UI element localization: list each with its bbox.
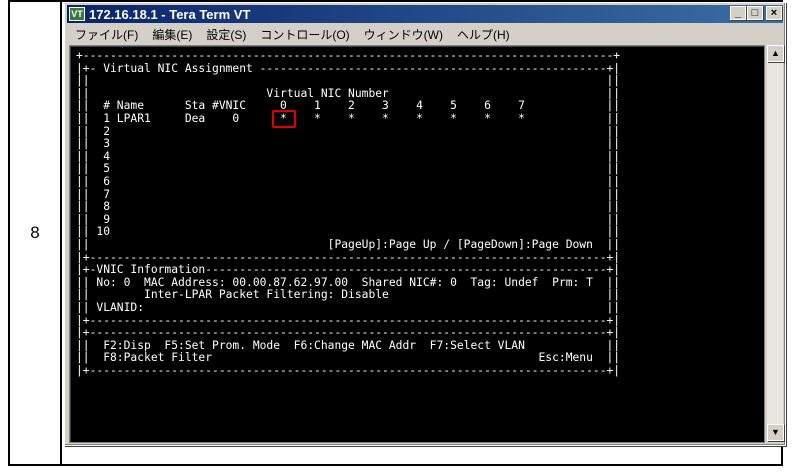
terminal-line: || 1 LPAR1 Dea 0 * * * * * * * * || <box>76 112 621 125</box>
terminal-screen[interactable]: +---------------------------------------… <box>69 45 765 443</box>
terminal-line: || 10 || <box>76 225 621 239</box>
scroll-up-icon[interactable]: ▲ <box>767 45 784 62</box>
terminal-line: |+--------------------------------------… <box>76 326 621 340</box>
terminal-line: || [PageUp]:Page Up / [PageDown]:Page Do… <box>76 238 621 251</box>
tera-term-icon[interactable]: VT <box>69 7 85 21</box>
menu-file[interactable]: ファイル(F) <box>75 26 138 43</box>
terminal-line: || Inter-LPAR Packet Filtering: Disable … <box>76 288 621 302</box>
terminal-line: || 9 || <box>76 212 621 226</box>
menu-bar: ファイル(F) 編集(E) 設定(S) コントロール(O) ウィンドウ(W) ヘ… <box>67 25 783 43</box>
terminal-line: |+--------------------------------------… <box>76 250 621 264</box>
terminal-line: || Virtual NIC Number || <box>76 86 621 100</box>
scroll-down-icon[interactable]: ▼ <box>767 424 784 441</box>
terminal-line: || VLANID: || <box>76 301 621 314</box>
vertical-scrollbar[interactable]: ▲ ▼ <box>766 45 784 441</box>
menu-edit[interactable]: 編集(E) <box>152 26 192 43</box>
terminal-line: |+-VNIC Information---------------------… <box>76 263 621 277</box>
close-button[interactable]: × <box>766 6 782 20</box>
menu-control[interactable]: コントロール(O) <box>260 26 349 43</box>
title-bar: VT 172.16.18.1 - Tera Term VT _ □ × <box>67 5 783 23</box>
terminal-line: || || <box>76 74 621 88</box>
terminal-line: || No: 0 MAC Address: 00.00.87.62.97.00 … <box>76 275 621 289</box>
terminal-line: |+--------------------------------------… <box>76 313 621 327</box>
terminal-line: || 2 || <box>76 124 621 138</box>
terminal-line: || 6 || <box>76 175 621 188</box>
step-number: 8 <box>10 2 62 464</box>
menu-settings[interactable]: 設定(S) <box>206 26 246 43</box>
terminal-text: +---------------------------------------… <box>70 46 764 442</box>
window-title: 172.16.18.1 - Tera Term VT <box>89 6 251 22</box>
terminal-line: || 5 || <box>76 162 621 176</box>
terminal-line: |+- Virtual NIC Assignment -------------… <box>76 61 621 75</box>
terminal-line: || F8:Packet Filter Esc:Menu || <box>76 351 621 365</box>
menu-help[interactable]: ヘルプ(H) <box>457 26 510 43</box>
terminal-line: |+--------------------------------------… <box>76 364 621 377</box>
terminal-line: || F2:Disp F5:Set Prom. Mode F6:Change M… <box>76 338 621 352</box>
menu-window[interactable]: ウィンドウ(W) <box>364 26 443 43</box>
minimize-button[interactable]: _ <box>730 6 746 20</box>
terminal-line: +---------------------------------------… <box>76 49 621 62</box>
maximize-button[interactable]: □ <box>747 6 763 20</box>
selected-nic-highlight <box>272 110 297 128</box>
terminal-line: || 3 || <box>76 137 621 151</box>
terminal-line: || 7 || <box>76 187 621 201</box>
terminal-line: || 4 || <box>76 149 621 163</box>
terminal-line: || 8 || <box>76 200 621 214</box>
terminal-line: || # Name Sta #VNIC 0 1 2 3 4 5 6 7 || <box>76 99 621 113</box>
tera-term-window: VT 172.16.18.1 - Tera Term VT _ □ × ファイル… <box>64 2 786 446</box>
